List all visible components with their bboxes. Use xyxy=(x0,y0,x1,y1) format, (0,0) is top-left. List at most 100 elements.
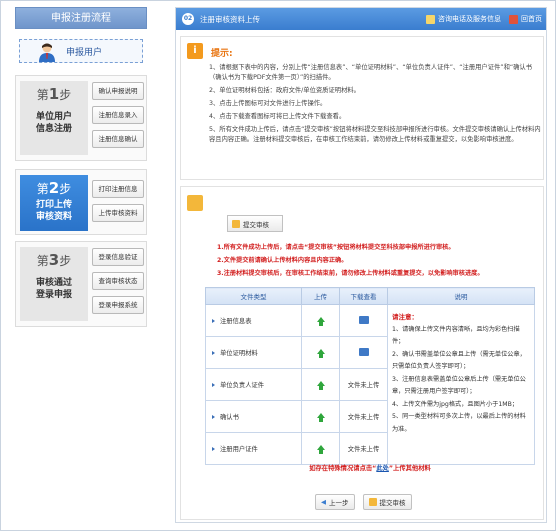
home-icon xyxy=(509,14,518,24)
bullet-icon xyxy=(212,319,215,323)
upload-icon[interactable] xyxy=(316,349,325,358)
review-status-button[interactable]: 查询审核状态 xyxy=(92,272,144,290)
confirm-instructions-button[interactable]: 确认申报说明 xyxy=(92,82,144,100)
bullet-icon xyxy=(212,383,215,387)
login-system-button[interactable]: 登录申报系统 xyxy=(92,296,144,314)
step-2-desc-line1: 打印上传 xyxy=(35,200,72,210)
applicant-user-box: 申报用户 xyxy=(19,39,143,63)
step-3-number: 3 xyxy=(48,251,60,269)
description-item: 4、上传文件需为jpg格式，且图片小于1MB； xyxy=(392,400,519,408)
step-3-desc-line2: 登录申报 xyxy=(35,290,72,300)
description-item: 2、确认书需盖单位公章且上传（需无单位公章，只需单位负责人签字即可）； xyxy=(392,350,526,371)
upload-cell xyxy=(301,432,340,465)
previous-step-button[interactable]: ◀ 上一步 xyxy=(315,494,355,510)
col-upload: 上传 xyxy=(301,287,340,305)
warning-note: 3.注册材料提交审核后，在审核工作结束前，请勿修改上传材料或重复提交，以免影响审… xyxy=(217,270,484,277)
upload-cell xyxy=(301,304,340,337)
download-status: 文件未上传 xyxy=(339,432,388,465)
upload-cell xyxy=(301,336,340,369)
download-cell xyxy=(339,336,388,369)
description-cell: 请注意： 1、请确保上传文件内容清晰，且均为彩色扫描件； 2、确认书需盖单位公章… xyxy=(387,304,535,465)
col-file-type: 文件类型 xyxy=(205,287,302,305)
tip-item: 3、点击上传图标可对文件进行上传操作。 xyxy=(209,100,327,107)
submit-icon xyxy=(232,219,240,228)
user-avatar-icon xyxy=(39,43,55,62)
download-status: 文件未上传 xyxy=(339,368,388,401)
bullet-icon xyxy=(212,447,215,451)
page-frame: 申报注册流程 申报用户 第1步 单位用户 信息注册 确认申报说明 注册信息录入 注… xyxy=(0,0,556,531)
step-indicator: 02 xyxy=(182,13,194,25)
download-icon[interactable] xyxy=(358,347,369,356)
contact-info-label: 咨询电话及服务信息 xyxy=(438,15,501,23)
upload-section-icon xyxy=(187,195,203,211)
step-2-badge: 第2步 打印上传 审核资料 xyxy=(20,175,88,231)
file-type-cell: 单位负责人证件 xyxy=(205,368,302,401)
description-item: 1、请确保上传文件内容清晰，且均为彩色扫描件； xyxy=(392,325,520,346)
download-cell xyxy=(339,304,388,337)
phone-icon xyxy=(426,14,435,24)
col-download: 下载查看 xyxy=(339,287,388,305)
home-label: 回首页 xyxy=(521,15,542,23)
description-title: 请注意： xyxy=(392,313,418,321)
step-1-badge: 第1步 单位用户 信息注册 xyxy=(20,81,88,155)
applicant-user-label: 申报用户 xyxy=(66,48,103,58)
bullet-icon xyxy=(212,415,215,419)
file-type-name: 单位负责人证件 xyxy=(220,382,265,389)
step-1-number: 1 xyxy=(48,85,60,103)
tip-item: 5、所有文件成功上传后，请点击“提交审核”按钮将材料提交至科技部申报所进行审核。… xyxy=(209,126,541,143)
upload-section: 提交审核 1.所有文件成功上传后，请点击“提交审核”按钮将材料提交至科技部申报所… xyxy=(180,186,544,520)
submit-icon xyxy=(368,498,377,506)
previous-step-label: 上一步 xyxy=(329,499,349,507)
submit-review-top-label: 提交审核 xyxy=(243,220,269,229)
file-type-name: 确认书 xyxy=(220,414,239,421)
upload-icon[interactable] xyxy=(316,413,325,422)
download-icon[interactable] xyxy=(358,315,369,324)
other-materials-note: 如存在特殊情况请点击“此处”上传其他材料 xyxy=(205,463,535,472)
upload-cell xyxy=(301,400,340,433)
step-3-prefix: 第 xyxy=(36,254,49,268)
page-title: 注册审核资料上传 xyxy=(200,15,260,24)
description-item: 5、同一类型材料可多次上传，以最后上传的材料为准。 xyxy=(392,413,526,433)
tips-list: 1、请根据下表中的内容，分别上传“注册信息表”、“单位证明材料”、“单位负责人证… xyxy=(209,63,541,148)
print-registration-button[interactable]: 打印注册信息 xyxy=(92,180,144,198)
step-3-suffix: 步 xyxy=(59,254,72,268)
submit-review-button[interactable]: 提交审核 xyxy=(362,494,412,510)
login-verify-button[interactable]: 登录信息验证 xyxy=(92,248,144,266)
step-1-panel: 第1步 单位用户 信息注册 确认申报说明 注册信息录入 注册信息确认 xyxy=(15,75,147,161)
other-materials-link[interactable]: 此处 xyxy=(376,465,389,472)
registration-confirm-button[interactable]: 注册信息确认 xyxy=(92,130,144,148)
tip-item: 4、点击下载查看图标可将已上传文件下载查看。 xyxy=(209,113,346,120)
tips-box: i 提示: 1、请根据下表中的内容，分别上传“注册信息表”、“单位证明材料”、“… xyxy=(180,36,544,180)
sidebar-title: 申报注册流程 xyxy=(15,7,147,29)
upload-materials-button[interactable]: 上传审核资料 xyxy=(92,204,144,222)
file-type-name: 注册信息表 xyxy=(220,318,252,325)
upload-table: 文件类型 上传 下载查看 说明 注册信息表 请注意： 1、请确保上传文件内容清晰… xyxy=(205,287,535,465)
step-1-suffix: 步 xyxy=(59,88,72,102)
other-materials-suffix: ”上传其他材料 xyxy=(388,465,431,472)
step-2-panel: 第2步 打印上传 审核资料 打印注册信息 上传审核资料 xyxy=(15,169,147,235)
other-materials-prefix: 如存在特殊情况请点击“ xyxy=(309,465,377,472)
info-icon: i xyxy=(187,43,203,59)
file-type-cell: 注册用户证件 xyxy=(205,432,302,465)
upload-icon[interactable] xyxy=(316,381,325,390)
step-2-prefix: 第 xyxy=(36,182,49,196)
contact-info-link[interactable]: 咨询电话及服务信息 xyxy=(426,14,501,24)
upload-icon[interactable] xyxy=(316,317,325,326)
description-item: 3、注册信息表需盖单位公章后上传（需无单位公章，只需注册用户签字即可）； xyxy=(392,375,526,396)
main-panel: 02 注册审核资料上传 咨询电话及服务信息 回首页 i 提示: 1、请根据下表中… xyxy=(175,7,547,523)
step-3-desc-line1: 审核通过 xyxy=(35,278,72,288)
file-type-name: 单位证明材料 xyxy=(220,350,258,357)
upload-icon[interactable] xyxy=(316,445,325,454)
submit-review-top-button[interactable]: 提交审核 xyxy=(227,215,283,232)
home-link[interactable]: 回首页 xyxy=(509,14,542,24)
tip-item: 2、单位证明材料包括：政府文件/单位资质证明材料。 xyxy=(209,87,360,94)
step-2-desc-line2: 审核资料 xyxy=(35,212,72,222)
upload-cell xyxy=(301,368,340,401)
step-1-desc-line2: 信息注册 xyxy=(35,124,72,134)
process-sidebar: 申报注册流程 申报用户 第1步 单位用户 信息注册 确认申报说明 注册信息录入 注… xyxy=(15,7,147,327)
step-1-desc-line1: 单位用户 xyxy=(35,112,72,122)
registration-entry-button[interactable]: 注册信息录入 xyxy=(92,106,144,124)
file-type-cell: 单位证明材料 xyxy=(205,336,302,369)
arrow-left-icon: ◀ xyxy=(321,498,326,506)
warning-note: 2.文件提交前请确认上传材料内容且内容正确。 xyxy=(217,257,348,264)
